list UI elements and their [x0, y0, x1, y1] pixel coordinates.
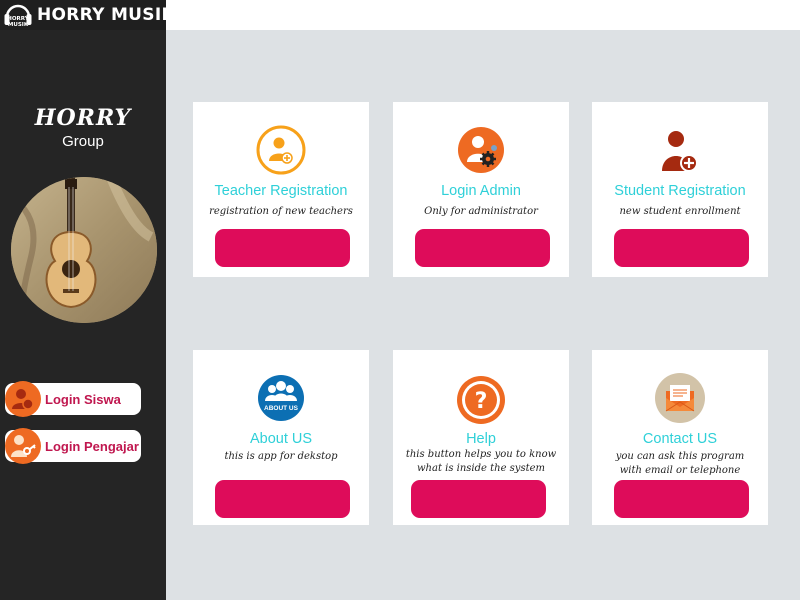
login-pengajar-label: Login Pengajar [45, 438, 139, 454]
teacher-registration-card: Teacher Registration registration of new… [193, 102, 369, 277]
login-siswa-button[interactable]: Login Siswa [5, 381, 141, 417]
card-description-line1: this button helps you to know [405, 449, 557, 460]
help-icon: ? [455, 374, 507, 426]
sidebar-title: HORRY [34, 105, 132, 131]
card-description-line2: what is inside the system [416, 463, 546, 474]
student-registration-card: Student Registration new student enrollm… [592, 102, 768, 277]
about-us-card: ABOUT US About US this is app for deksto… [193, 350, 369, 525]
teacher-key-icon [5, 428, 41, 464]
help-button[interactable] [411, 480, 546, 518]
teacher-add-icon [255, 124, 307, 176]
card-title: Contact US [642, 431, 718, 447]
about-us-icon-text: ABOUT US [264, 405, 299, 412]
card-description-line1: you can ask this program [615, 451, 745, 462]
admin-gear-icon [455, 126, 507, 178]
card-title: About US [249, 431, 313, 447]
card-description: this is app for dekstop [224, 451, 338, 462]
sidebar-subtitle: Group [62, 133, 104, 150]
login-admin-button[interactable] [415, 229, 550, 267]
help-card: ? Help this button helps you to know wha… [393, 350, 569, 525]
svg-text:?: ? [475, 389, 488, 414]
card-description: new student enrollment [619, 206, 741, 217]
card-description: Only for administrator [424, 206, 538, 217]
mail-icon [654, 372, 706, 424]
student-registration-button[interactable] [614, 229, 749, 267]
sidebar: HORRY Group Login Siswa Login Pengajar [0, 30, 166, 600]
contact-us-button[interactable] [614, 480, 749, 518]
card-title: Login Admin [441, 183, 521, 199]
card-description: registration of new teachers [209, 206, 353, 217]
brand-bar: HORRY MUSIK HORRY MUSIK [0, 0, 175, 30]
card-title: Student Registration [614, 183, 746, 199]
teacher-registration-button[interactable] [215, 229, 350, 267]
login-siswa-label: Login Siswa [45, 391, 121, 407]
about-us-button[interactable] [215, 480, 350, 518]
card-title: Help [466, 431, 496, 447]
brand-name: HORRY MUSIK [37, 5, 175, 25]
guitar-image [11, 177, 157, 323]
student-icon [5, 381, 41, 417]
login-admin-card: Login Admin Only for administrator [393, 102, 569, 277]
login-pengajar-button[interactable]: Login Pengajar [5, 428, 141, 464]
card-title: Teacher Registration [214, 183, 348, 199]
card-description-line2: with email or telephone [619, 465, 741, 476]
headphones-logo-icon: HORRY MUSIK [3, 1, 33, 29]
about-us-icon: ABOUT US [255, 374, 307, 426]
logo-text-bottom: MUSIK [8, 22, 29, 28]
contact-us-card: Contact US you can ask this program with… [592, 350, 768, 525]
student-add-icon [654, 124, 706, 176]
